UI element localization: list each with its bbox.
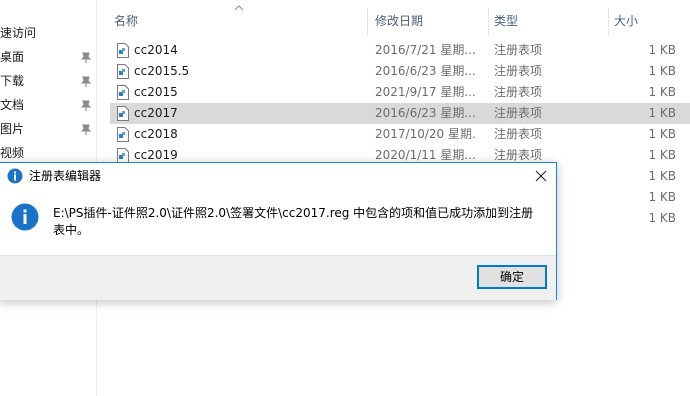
dialog-body: E:\PS插件-证件照2.0\证件照2.0\签署文件\cc2017.reg 中包… [0, 191, 556, 255]
column-divider[interactable] [367, 8, 368, 36]
file-type: 注册表项 [494, 64, 543, 78]
column-divider[interactable] [488, 8, 489, 36]
column-header-type[interactable]: 类型 [494, 8, 518, 36]
file-size: 1 KB [648, 127, 676, 141]
nav-item-downloads[interactable]: 下载 [0, 70, 96, 92]
column-header-size[interactable]: 大小 [614, 8, 638, 36]
file-name: cc2015 [134, 85, 178, 99]
file-size: 1 KB [648, 85, 676, 99]
file-date: 2016/6/23 星期... [375, 64, 475, 78]
file-date: 2017/10/20 星期... [375, 127, 475, 141]
pin-icon [80, 76, 92, 87]
nav-item-label: 下载 [0, 74, 25, 88]
dialog-title: 注册表编辑器 [29, 169, 102, 183]
file-name: cc2015.5 [134, 64, 190, 78]
file-date: 2016/7/21 星期... [375, 43, 475, 57]
file-name: cc2017 [134, 106, 178, 120]
dialog-message: E:\PS插件-证件照2.0\证件照2.0\签署文件\cc2017.reg 中包… [53, 206, 534, 237]
pin-icon [80, 52, 92, 63]
file-size: 1 KB [648, 106, 676, 120]
registry-file-icon [117, 64, 129, 79]
info-icon [7, 168, 23, 184]
file-size: 1 KB [648, 43, 676, 57]
nav-item-desktop[interactable]: 桌面 [0, 46, 96, 68]
nav-item-videos[interactable]: 视频 [0, 142, 96, 164]
nav-item-label: 速访问 [0, 26, 37, 40]
file-size: 1 KB [648, 148, 676, 162]
file-row-selected[interactable]: cc2017 2016/6/23 星期... 注册表项 1 KB [110, 103, 690, 124]
file-size: 1 KB [648, 64, 676, 78]
close-icon[interactable] [526, 163, 556, 189]
nav-item-label: 文档 [0, 98, 25, 112]
file-type: 注册表项 [494, 106, 543, 120]
dialog-footer: 确定 [0, 255, 556, 300]
file-type: 注册表项 [494, 127, 543, 141]
file-size: 1 KB [648, 169, 676, 183]
registry-file-icon [117, 106, 129, 121]
nav-item-quick-access[interactable]: 速访问 [0, 22, 96, 44]
pin-icon [80, 100, 92, 111]
registry-file-icon [117, 127, 129, 142]
nav-item-label: 图片 [0, 122, 25, 136]
file-date: 2021/9/17 星期... [375, 85, 475, 99]
registry-file-icon [117, 43, 129, 58]
file-type: 注册表项 [494, 43, 543, 57]
nav-item-label: 桌面 [0, 50, 25, 64]
column-header-date[interactable]: 修改日期 [375, 8, 423, 36]
file-name: cc2014 [134, 43, 178, 57]
registry-file-icon [117, 85, 129, 100]
file-size: 1 KB [648, 190, 676, 204]
dialog-title-bar[interactable]: 注册表编辑器 [0, 163, 556, 191]
file-row[interactable]: cc2015.5 2016/6/23 星期... 注册表项 1 KB [110, 61, 690, 82]
file-size: 1 KB [648, 211, 676, 225]
file-type: 注册表项 [494, 85, 543, 99]
nav-item-pictures[interactable]: 图片 [0, 118, 96, 140]
file-date: 2016/6/23 星期... [375, 106, 475, 120]
ok-button[interactable]: 确定 [477, 265, 547, 289]
column-header-name[interactable]: 名称 [114, 8, 138, 36]
registry-editor-dialog: 注册表编辑器 E:\PS插件-证件照2.0\证件照2.0\签署文件\cc2017… [0, 162, 557, 300]
pin-icon [80, 124, 92, 135]
nav-item-label: 视频 [0, 146, 25, 160]
file-row[interactable]: cc2015 2021/9/17 星期... 注册表项 1 KB [110, 82, 690, 103]
file-row[interactable]: cc2018 2017/10/20 星期... 注册表项 1 KB [110, 124, 690, 145]
sort-ascending-icon [234, 5, 244, 11]
nav-item-documents[interactable]: 文档 [0, 94, 96, 116]
file-name: cc2018 [134, 127, 178, 141]
info-icon [11, 203, 39, 231]
registry-file-icon [117, 148, 129, 163]
file-row[interactable]: cc2014 2016/7/21 星期... 注册表项 1 KB [110, 40, 690, 61]
column-divider[interactable] [608, 8, 609, 36]
